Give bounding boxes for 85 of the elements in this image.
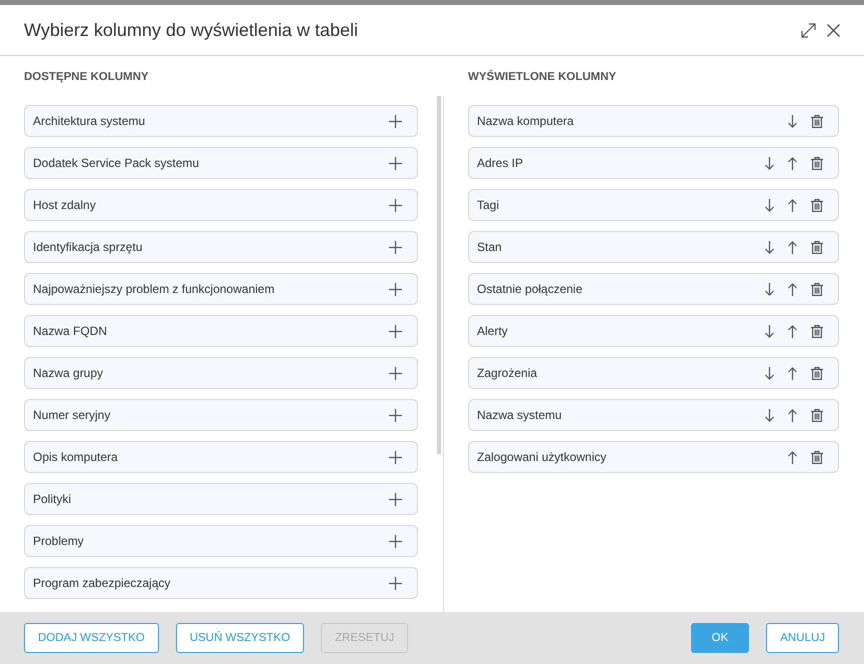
trash-icon[interactable] [811,366,823,380]
column-list-item[interactable]: Nazwa komputera [468,105,839,137]
column-list-item[interactable]: Alerty [468,315,839,347]
column-name: Program zabezpieczający [33,576,170,590]
arrow-down-icon[interactable] [765,408,774,422]
arrow-down-icon[interactable] [765,240,774,254]
arrow-down-icon[interactable] [765,156,774,170]
trash-icon[interactable] [811,156,823,170]
arrow-down-icon[interactable] [765,324,774,338]
trash-icon[interactable] [811,114,823,128]
plus-icon[interactable] [389,282,402,296]
plus-icon[interactable] [389,408,402,422]
trash-icon[interactable] [811,408,823,422]
section-heading: WYŚWIETLONE KOLUMNY [468,70,618,84]
trash-icon[interactable] [811,450,823,464]
column-name: Numer seryjny [33,408,110,422]
plus-icon[interactable] [389,576,402,590]
column-list-item[interactable]: Adres IP [468,147,839,179]
column-name: Tagi [477,198,500,212]
arrow-up-icon[interactable] [788,156,797,170]
column-name: Nazwa systemu [477,408,562,422]
arrow-down-icon[interactable] [765,282,774,296]
close-icon[interactable] [827,24,840,36]
arrow-up-icon[interactable] [788,408,797,422]
column-list-item[interactable]: Host zdalny [24,189,418,221]
column-name: Architektura systemu [33,114,146,128]
column-list-item[interactable]: Najpoważniejszy problem z funkcjonowaniem [24,273,418,305]
column-name: Identyfikacja sprzętu [33,240,142,254]
plus-icon[interactable] [389,450,402,464]
column-name: Zalogowani użytkownicy [477,450,606,464]
arrow-down-icon[interactable] [765,366,774,380]
column-list-item[interactable]: Problemy [24,525,418,557]
column-name: Alerty [477,324,508,338]
column-name: Polityki [33,492,72,506]
column-list-item[interactable]: Zalogowani użytkownicy [468,441,839,473]
plus-icon[interactable] [389,156,402,170]
column-name: Stan [477,240,502,254]
column-list-item[interactable]: Zagrożenia [468,357,839,389]
column-list-item[interactable]: Stan [468,231,839,263]
column-name: Problemy [33,534,84,548]
column-list-item[interactable]: Nazwa FQDN [24,315,418,347]
arrow-up-icon[interactable] [788,450,797,464]
column-list-item[interactable]: Nazwa grupy [24,357,418,389]
column-name: Zagrożenia [477,366,538,380]
plus-icon[interactable] [389,492,402,506]
arrow-up-icon[interactable] [788,198,797,212]
trash-icon[interactable] [811,198,823,212]
column-name: Opis komputera [33,450,118,464]
column-list-item[interactable]: Architektura systemu [24,105,418,137]
column-list-item[interactable]: Dodatek Service Pack systemu [24,147,418,179]
plus-icon[interactable] [389,324,402,338]
column-name: Najpoważniejszy problem z funkcjonowaniem [33,282,274,296]
arrow-up-icon[interactable] [788,282,797,296]
arrow-up-icon[interactable] [788,240,797,254]
section-heading: DOSTĘPNE KOLUMNY [24,70,150,84]
arrow-up-icon[interactable] [788,366,797,380]
arrow-up-icon[interactable] [788,324,797,338]
plus-icon[interactable] [389,534,402,548]
column-list-item[interactable]: Nazwa systemu [468,399,839,431]
column-name: Dodatek Service Pack systemu [33,156,200,170]
column-name: Adres IP [477,156,524,170]
column-list-item[interactable]: Program zabezpieczający [24,567,418,599]
column-list-item[interactable]: Numer seryjny [24,399,418,431]
column-name: Host zdalny [33,198,96,212]
column-list-item[interactable]: Opis komputera [24,441,418,473]
column-list-item[interactable]: Tagi [468,189,839,221]
arrow-down-icon[interactable] [788,114,797,128]
trash-icon[interactable] [811,324,823,338]
column-name: Nazwa FQDN [33,324,108,338]
trash-icon[interactable] [811,282,823,296]
column-list-item[interactable]: Identyfikacja sprzętu [24,231,418,263]
arrow-down-icon[interactable] [765,198,774,212]
column-name: Nazwa komputera [477,114,574,128]
trash-icon[interactable] [811,240,823,254]
plus-icon[interactable] [389,366,402,380]
plus-icon[interactable] [389,240,402,254]
column-list-item[interactable]: Polityki [24,483,418,515]
column-name: Nazwa grupy [33,366,104,380]
column-list-item[interactable]: Ostatnie połączenie [468,273,839,305]
scrollbar-thumb[interactable] [437,96,441,454]
column-name: Ostatnie połączenie [477,282,582,296]
plus-icon[interactable] [389,198,402,212]
expand-icon[interactable] [801,22,816,38]
plus-icon[interactable] [389,114,402,128]
dialog-title: Wybierz kolumny do wyświetlenia w tabeli [24,20,358,40]
